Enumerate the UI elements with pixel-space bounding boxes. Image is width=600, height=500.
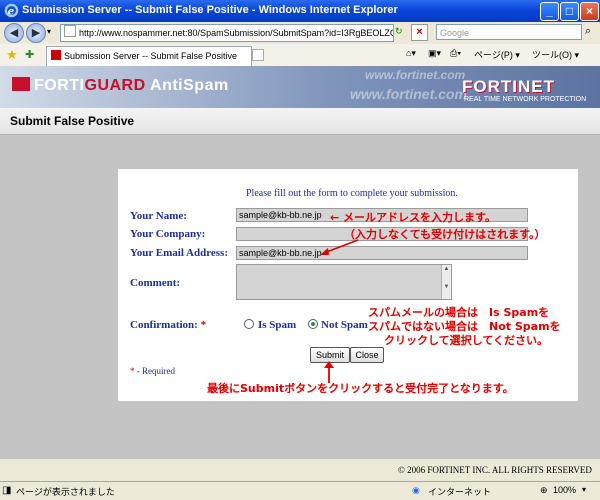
annotation-name: ← メールアドレスを入力します。: [330, 211, 496, 224]
print-icon[interactable]: ⎙▾: [450, 48, 461, 59]
search-input[interactable]: Google: [436, 24, 582, 40]
home-icon[interactable]: ⌂▾: [406, 48, 416, 59]
address-toolbar: ◀ ▶ ▾ http://www.nospammer.net:80/SpamSu…: [0, 22, 600, 45]
minimize-button[interactable]: _: [540, 2, 559, 21]
tab-active[interactable]: Submission Server -- Submit False Positi…: [46, 46, 252, 66]
history-dropdown-icon[interactable]: ▾: [47, 27, 51, 36]
fortinet-tagline: REAL TIME NETWORK PROTECTION: [464, 96, 587, 103]
page-title: Submit False Positive: [10, 114, 135, 128]
zoom-dropdown-icon[interactable]: ▾: [582, 485, 586, 494]
is-spam-label[interactable]: Is Spam: [258, 319, 296, 331]
close-button[interactable]: Close: [350, 347, 384, 363]
svg-text:e: e: [8, 5, 15, 17]
stop-icon[interactable]: ×: [411, 24, 428, 41]
is-spam-radio[interactable]: [244, 319, 254, 329]
name-label: Your Name:: [130, 210, 187, 222]
fortiguard-logo-icon: [12, 77, 30, 91]
favorites-star-icon[interactable]: ★: [6, 47, 18, 63]
internet-zone-icon: ◉: [412, 485, 420, 495]
copyright: © 2006 FORTINET INC. ALL RIGHTS RESERVED: [398, 465, 592, 475]
tab-toolbar: ★ ✚ Submission Server -- Submit False Po…: [0, 44, 600, 67]
window-title: Submission Server -- Submit False Positi…: [22, 4, 398, 16]
zone-text: インターネット: [428, 487, 492, 497]
feeds-icon[interactable]: ▣▾: [428, 48, 441, 59]
search-icon[interactable]: ⌕: [585, 25, 591, 38]
annotation-submit: 最後にSubmitボタンをクリックすると受付完了となります。: [207, 382, 514, 395]
annotation-company: （入力しなくても受け付けはされます。）: [344, 228, 546, 241]
company-label: Your Company:: [130, 228, 206, 240]
back-button[interactable]: ◀: [4, 23, 24, 43]
address-input[interactable]: http://www.nospammer.net:80/SpamSubmissi…: [60, 24, 394, 42]
fortinet-favicon-icon: [51, 50, 61, 60]
forward-button[interactable]: ▶: [26, 23, 46, 43]
comment-scrollbar[interactable]: ▲ ▼: [441, 265, 451, 299]
close-window-button[interactable]: ×: [580, 2, 599, 21]
fortiguard-antispam-logo: FORTIGUARD AntiSpam: [12, 77, 229, 95]
required-note: * - Required: [130, 366, 175, 376]
comment-textarea[interactable]: [236, 264, 452, 300]
maximize-button[interactable]: □: [560, 2, 579, 21]
status-page-icon: ◨: [2, 485, 12, 496]
form-intro: Please fill out the form to complete you…: [246, 188, 458, 199]
zoom-icon[interactable]: ⊕: [540, 485, 548, 496]
not-spam-label[interactable]: Not Spam: [321, 319, 368, 331]
confirmation-label: Confirmation: *: [130, 319, 207, 331]
page-banner: FORTIGUARD AntiSpam www.fortinet.com www…: [0, 66, 600, 108]
fortinet-logo: FORTINET: [462, 77, 555, 96]
annotation-radio-3: クリックして選択してください。: [384, 334, 549, 347]
refresh-icon[interactable]: ↻: [395, 26, 403, 37]
page-icon: [64, 25, 76, 37]
not-spam-radio[interactable]: [308, 319, 318, 329]
email-label: Your Email Address:: [130, 247, 229, 259]
email-input[interactable]: sample@kb-bb.ne.jp: [236, 246, 528, 260]
watermark-text: www.fortinet.com: [365, 68, 466, 82]
zoom-level[interactable]: 100%: [553, 485, 576, 495]
page-menu-button[interactable]: ページ(P) ▾: [474, 48, 520, 61]
page-title-bar: Submit False Positive: [0, 108, 600, 135]
comment-label: Comment:: [130, 277, 181, 289]
annotation-arrow-email: [320, 239, 359, 255]
internet-explorer-icon: e: [4, 3, 19, 18]
watermark-text: www.fortinet.com: [350, 86, 467, 102]
window-title-bar[interactable]: e Submission Server -- Submit False Posi…: [0, 0, 600, 22]
tools-menu-button[interactable]: ツール(O) ▾: [532, 48, 579, 61]
status-text: ページが表示されました: [16, 487, 115, 497]
status-bar: ◨ ページが表示されました ◉ インターネット ⊕ 100% ▾: [0, 481, 600, 500]
required-star: *: [200, 319, 207, 331]
new-tab-button[interactable]: [252, 49, 264, 61]
add-favorite-icon[interactable]: ✚: [25, 48, 34, 61]
